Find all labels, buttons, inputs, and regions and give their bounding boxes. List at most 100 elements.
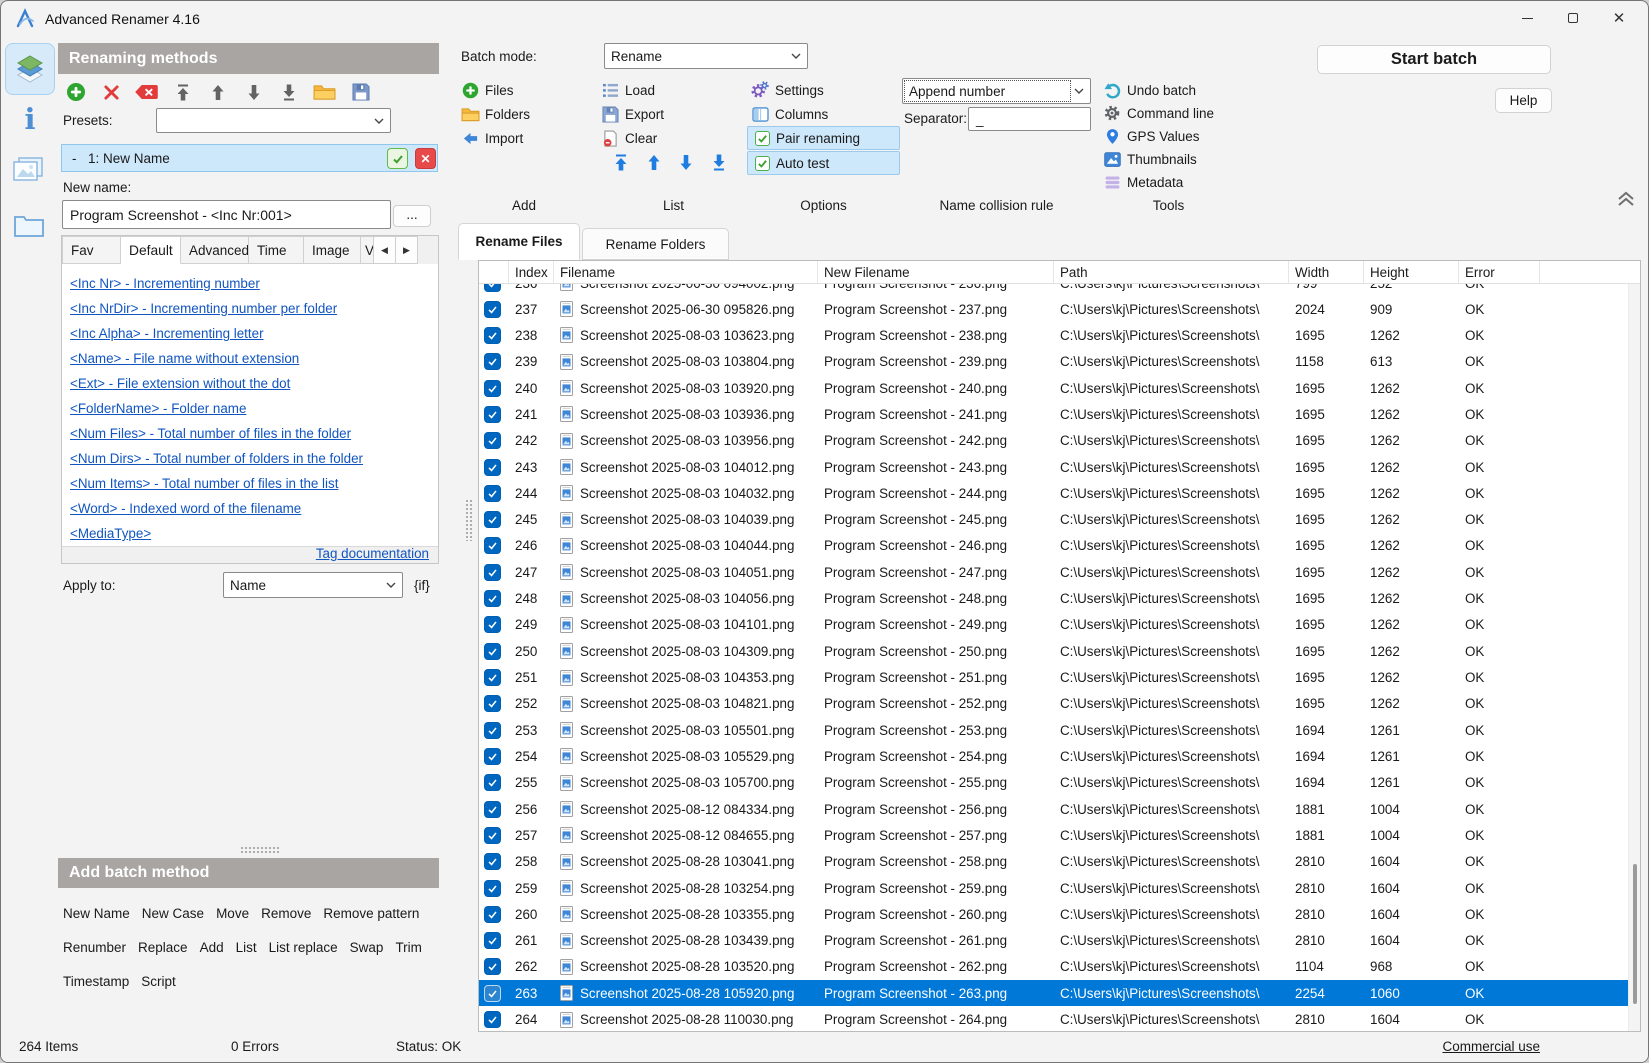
tab-rename-files[interactable]: Rename Files	[458, 223, 580, 260]
maximize-button[interactable]	[1550, 1, 1596, 35]
table-row[interactable]: 240 Screenshot 2025-08-03 103920.png Pro…	[479, 375, 1640, 401]
row-checkbox[interactable]	[484, 748, 501, 765]
row-checkbox[interactable]	[484, 722, 501, 739]
add-method-link[interactable]: List replace	[269, 940, 338, 955]
tag-link[interactable]: <FolderName> - Folder name	[70, 396, 438, 421]
method-enabled-toggle[interactable]	[387, 148, 408, 169]
pair-renaming-toggle[interactable]: Pair renaming	[747, 126, 900, 150]
header-checkbox-column[interactable]	[479, 261, 509, 283]
commercial-use-link[interactable]: Commercial use	[1442, 1032, 1540, 1062]
table-row[interactable]: 253 Screenshot 2025-08-03 105501.png Pro…	[479, 717, 1640, 743]
tag-link[interactable]: <Ext> - File extension without the dot	[70, 371, 438, 396]
add-method-button[interactable]	[58, 79, 94, 105]
table-row[interactable]: 259 Screenshot 2025-08-28 103254.png Pro…	[479, 875, 1640, 901]
row-checkbox[interactable]	[484, 432, 501, 449]
columns-button[interactable]: Columns	[749, 103, 828, 125]
row-checkbox[interactable]	[484, 985, 501, 1002]
thumbnails-button[interactable]: Thumbnails	[1101, 148, 1197, 170]
add-method-link[interactable]: Renumber	[63, 940, 126, 955]
move-item-up-button[interactable]	[638, 151, 671, 173]
row-checkbox[interactable]	[484, 880, 501, 897]
row-checkbox[interactable]	[484, 906, 501, 923]
add-method-link[interactable]: List	[236, 940, 257, 955]
tag-link[interactable]: <Inc Alpha> - Incrementing letter	[70, 321, 438, 346]
save-preset-button[interactable]	[343, 79, 379, 105]
header-index[interactable]: Index	[509, 261, 554, 283]
method-item-new-name[interactable]: - 1: New Name ✕	[61, 144, 438, 172]
add-method-link[interactable]: New Name	[63, 906, 130, 921]
table-row[interactable]: 260 Screenshot 2025-08-28 103355.png Pro…	[479, 901, 1640, 927]
add-method-link[interactable]: Remove pattern	[323, 906, 419, 921]
row-checkbox[interactable]	[484, 616, 501, 633]
move-item-top-button[interactable]	[605, 151, 638, 173]
row-checkbox[interactable]	[484, 774, 501, 791]
tab-default[interactable]: Default	[121, 236, 181, 264]
batch-mode-dropdown[interactable]: Rename	[604, 43, 808, 69]
start-batch-button[interactable]: Start batch	[1317, 45, 1551, 74]
table-row[interactable]: 237 Screenshot 2025-06-30 095826.png Pro…	[479, 296, 1640, 322]
header-path[interactable]: Path	[1054, 261, 1289, 283]
move-method-bottom-button[interactable]	[272, 79, 308, 105]
table-row[interactable]: 255 Screenshot 2025-08-03 105700.png Pro…	[479, 770, 1640, 796]
minimize-button[interactable]	[1504, 1, 1550, 35]
row-checkbox[interactable]	[484, 932, 501, 949]
add-method-link[interactable]: Trim	[395, 940, 422, 955]
horizontal-splitter[interactable]	[240, 846, 280, 854]
tab-time[interactable]: Time	[249, 236, 304, 264]
row-checkbox[interactable]	[484, 853, 501, 870]
vertical-splitter[interactable]	[465, 499, 473, 541]
table-row[interactable]: 262 Screenshot 2025-08-28 103520.png Pro…	[479, 954, 1640, 980]
tag-link[interactable]: <Num Dirs> - Total number of folders in …	[70, 446, 438, 471]
table-row[interactable]: 238 Screenshot 2025-08-03 103623.png Pro…	[479, 322, 1640, 348]
tag-link[interactable]: <Num Items> - Total number of files in t…	[70, 471, 438, 496]
undo-batch-button[interactable]: Undo batch	[1101, 79, 1196, 101]
row-checkbox[interactable]	[484, 327, 501, 344]
row-checkbox[interactable]	[484, 459, 501, 476]
sidebar-item-info[interactable]: i	[19, 103, 41, 135]
apply-to-dropdown[interactable]: Name	[223, 572, 403, 598]
add-method-link[interactable]: Replace	[138, 940, 188, 955]
sidebar-item-folder[interactable]	[13, 211, 45, 239]
gps-values-button[interactable]: GPS Values	[1101, 125, 1200, 147]
tab-scroll-right-button[interactable]: ▶	[396, 236, 418, 264]
presets-dropdown[interactable]	[156, 108, 391, 133]
tag-link[interactable]: <MediaType>	[70, 521, 438, 546]
table-row[interactable]: 248 Screenshot 2025-08-03 104056.png Pro…	[479, 585, 1640, 611]
add-method-link[interactable]: Swap	[350, 940, 384, 955]
export-list-button[interactable]: Export	[599, 103, 664, 125]
row-checkbox[interactable]	[484, 590, 501, 607]
tab-scroll-left-button[interactable]: ◀	[374, 236, 396, 264]
separator-input[interactable]: _	[968, 107, 1091, 131]
tag-documentation-link[interactable]: Tag documentation	[316, 546, 429, 561]
clear-methods-button[interactable]	[129, 79, 165, 105]
close-button[interactable]: ✕	[1596, 1, 1642, 35]
move-item-bottom-button[interactable]	[703, 151, 736, 173]
settings-button[interactable]: Settings	[749, 79, 824, 101]
metadata-button[interactable]: Metadata	[1101, 171, 1183, 193]
header-new-filename[interactable]: New Filename	[818, 261, 1054, 283]
table-row[interactable]: 242 Screenshot 2025-08-03 103956.png Pro…	[479, 428, 1640, 454]
scrollbar-thumb[interactable]	[1633, 864, 1637, 1004]
load-list-button[interactable]: Load	[599, 79, 655, 101]
move-method-down-button[interactable]	[236, 79, 272, 105]
table-row[interactable]: 236 Screenshot 2025-06-30 094002.png Pro…	[479, 284, 1640, 296]
tab-advanced[interactable]: Advanced	[181, 236, 249, 264]
add-method-link[interactable]: Remove	[261, 906, 311, 921]
row-checkbox[interactable]	[484, 537, 501, 554]
add-method-link[interactable]: Move	[216, 906, 249, 921]
move-method-top-button[interactable]	[165, 79, 201, 105]
row-checkbox[interactable]	[484, 406, 501, 423]
sidebar-item-images[interactable]	[12, 156, 44, 183]
row-checkbox[interactable]	[484, 380, 501, 397]
header-width[interactable]: Width	[1289, 261, 1364, 283]
command-line-button[interactable]: Command line	[1101, 102, 1214, 124]
row-checkbox[interactable]	[484, 284, 501, 292]
row-checkbox[interactable]	[484, 958, 501, 975]
header-height[interactable]: Height	[1364, 261, 1459, 283]
method-delete-button[interactable]: ✕	[415, 148, 436, 169]
move-item-down-button[interactable]	[670, 151, 703, 173]
tab-image[interactable]: Image	[304, 236, 361, 264]
row-checkbox[interactable]	[484, 511, 501, 528]
new-name-input[interactable]: Program Screenshot - <Inc Nr:001>	[62, 200, 391, 229]
add-folders-button[interactable]: Folders	[459, 103, 530, 125]
